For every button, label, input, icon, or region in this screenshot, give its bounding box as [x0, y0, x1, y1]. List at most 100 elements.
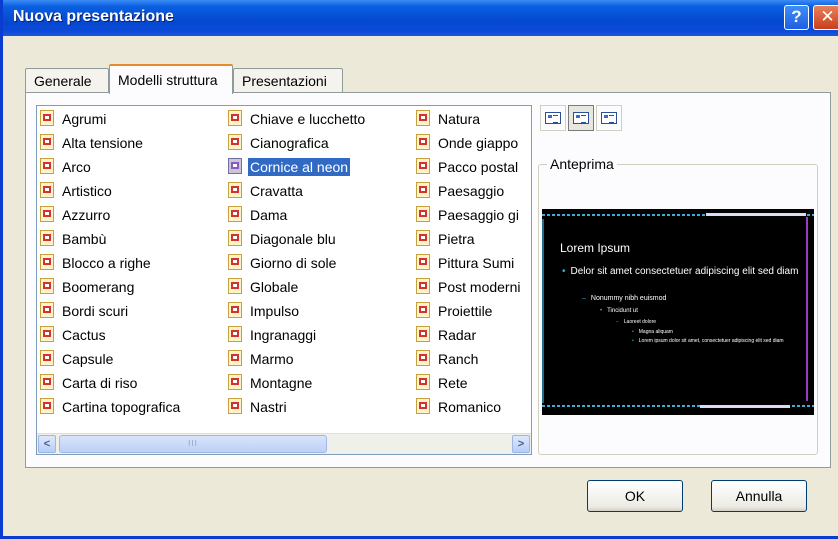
- view-large-icons-button[interactable]: [540, 105, 566, 131]
- ok-button[interactable]: OK: [587, 480, 683, 512]
- template-item[interactable]: Boomerang: [39, 275, 182, 299]
- horizontal-scrollbar[interactable]: < III >: [37, 433, 531, 454]
- template-item[interactable]: Arco: [39, 155, 182, 179]
- close-button[interactable]: ✕: [813, 5, 838, 30]
- template-item[interactable]: Impulso: [227, 299, 367, 323]
- template-item[interactable]: Ingranaggi: [227, 323, 367, 347]
- template-item-label: Marmo: [250, 351, 294, 367]
- window-title: Nuova presentazione: [13, 8, 174, 25]
- template-item[interactable]: Cornice al neon: [227, 155, 367, 179]
- template-item[interactable]: Blocco a righe: [39, 251, 182, 275]
- design-template-icon: [227, 373, 245, 393]
- template-item[interactable]: Artistico: [39, 179, 182, 203]
- template-item[interactable]: Alta tensione: [39, 131, 182, 155]
- template-item[interactable]: Agrumi: [39, 107, 182, 131]
- template-item[interactable]: Ranch: [415, 347, 529, 371]
- template-item[interactable]: Chiave e lucchetto: [227, 107, 367, 131]
- design-template-icon: [227, 181, 245, 201]
- template-item[interactable]: Pietra: [415, 227, 529, 251]
- template-item-label: Bordi scuri: [62, 303, 129, 319]
- design-template-icon: [415, 133, 433, 153]
- design-template-icon: [227, 109, 245, 129]
- design-template-icon: [39, 301, 57, 321]
- cancel-button[interactable]: Annulla: [711, 480, 807, 512]
- scroll-right-button[interactable]: >: [512, 435, 530, 453]
- design-template-icon: [227, 157, 245, 177]
- template-item-label: Diagonale blu: [250, 231, 336, 247]
- tab-modelli-struttura[interactable]: Modelli struttura: [109, 64, 233, 94]
- template-item[interactable]: Cianografica: [227, 131, 367, 155]
- design-template-icon: [227, 325, 245, 345]
- template-item[interactable]: Paesaggio gi: [415, 203, 529, 227]
- template-item-label: Cianografica: [250, 135, 329, 151]
- template-item[interactable]: Marmo: [227, 347, 367, 371]
- template-item-label: Bambù: [62, 231, 107, 247]
- template-item-label: Cornice al neon: [248, 158, 351, 176]
- design-template-icon: [415, 325, 433, 345]
- template-item[interactable]: Paesaggio: [415, 179, 529, 203]
- template-item[interactable]: Carta di riso: [39, 371, 182, 395]
- design-template-icon: [415, 205, 433, 225]
- template-item[interactable]: Bordi scuri: [39, 299, 182, 323]
- design-template-icon: [39, 181, 57, 201]
- view-details-button[interactable]: [596, 105, 622, 131]
- design-template-icon: [415, 157, 433, 177]
- design-template-icon: [39, 277, 57, 297]
- template-item-label: Capsule: [62, 351, 114, 367]
- template-list[interactable]: Agrumi Alta tensione Arco Artistico Azzurro B…: [36, 105, 532, 455]
- design-template-icon: [415, 373, 433, 393]
- details-view-icon: [601, 112, 617, 124]
- design-template-icon: [227, 229, 245, 249]
- template-item[interactable]: Romanico: [415, 395, 529, 419]
- design-template-icon: [227, 277, 245, 297]
- template-item[interactable]: Pittura Sumi: [415, 251, 529, 275]
- design-template-icon: [39, 205, 57, 225]
- template-item[interactable]: Pacco postal: [415, 155, 529, 179]
- template-item[interactable]: Globale: [227, 275, 367, 299]
- template-item[interactable]: Capsule: [39, 347, 182, 371]
- template-item[interactable]: Azzurro: [39, 203, 182, 227]
- template-item[interactable]: Cactus: [39, 323, 182, 347]
- template-item[interactable]: Giorno di sole: [227, 251, 367, 275]
- help-button[interactable]: ?: [784, 5, 809, 30]
- slide-bullet-4: – Laoreet dolore: [616, 319, 657, 325]
- template-item[interactable]: Cartina topografica: [39, 395, 182, 419]
- view-list-button[interactable]: [568, 105, 594, 131]
- template-item[interactable]: Montagne: [227, 371, 367, 395]
- template-item-label: Proiettile: [438, 303, 493, 319]
- template-item-label: Dama: [250, 207, 288, 223]
- template-item-label: Paesaggio: [438, 183, 505, 199]
- design-template-icon: [39, 373, 57, 393]
- template-column-2: Chiave e lucchetto Cianografica Cornice al…: [227, 107, 367, 419]
- design-template-icon: [227, 349, 245, 369]
- template-item[interactable]: Nastri: [227, 395, 367, 419]
- tab-presentazioni[interactable]: Presentazioni: [233, 68, 343, 92]
- scroll-left-button[interactable]: <: [38, 435, 56, 453]
- slide-right-line: [806, 217, 808, 401]
- slide-top-accent: [706, 213, 806, 216]
- design-template-icon: [227, 301, 245, 321]
- template-item-label: Pittura Sumi: [438, 255, 515, 271]
- slide-title: Lorem Ipsum: [560, 241, 631, 255]
- template-item[interactable]: Bambù: [39, 227, 182, 251]
- tab-generale[interactable]: Generale: [25, 68, 109, 92]
- template-item-label: Ranch: [438, 351, 479, 367]
- template-item[interactable]: Post moderni: [415, 275, 529, 299]
- design-template-icon: [227, 397, 245, 417]
- title-bar[interactable]: Nuova presentazione ? ✕: [3, 0, 838, 36]
- scroll-thumb[interactable]: III: [59, 435, 327, 453]
- template-item[interactable]: Cravatta: [227, 179, 367, 203]
- dialog-window: Nuova presentazione ? ✕ Generale Modelli…: [0, 0, 838, 539]
- template-item[interactable]: Radar: [415, 323, 529, 347]
- template-item[interactable]: Natura: [415, 107, 529, 131]
- slide-bullet-3: • Tincidunt ut: [600, 308, 638, 314]
- design-template-icon: [415, 109, 433, 129]
- template-item[interactable]: Diagonale blu: [227, 227, 367, 251]
- design-template-icon: [227, 253, 245, 273]
- template-item[interactable]: Dama: [227, 203, 367, 227]
- template-item-label: Onde giappo: [438, 135, 519, 151]
- design-template-icon: [39, 109, 57, 129]
- template-item[interactable]: Proiettile: [415, 299, 529, 323]
- template-item[interactable]: Onde giappo: [415, 131, 529, 155]
- template-item[interactable]: Rete: [415, 371, 529, 395]
